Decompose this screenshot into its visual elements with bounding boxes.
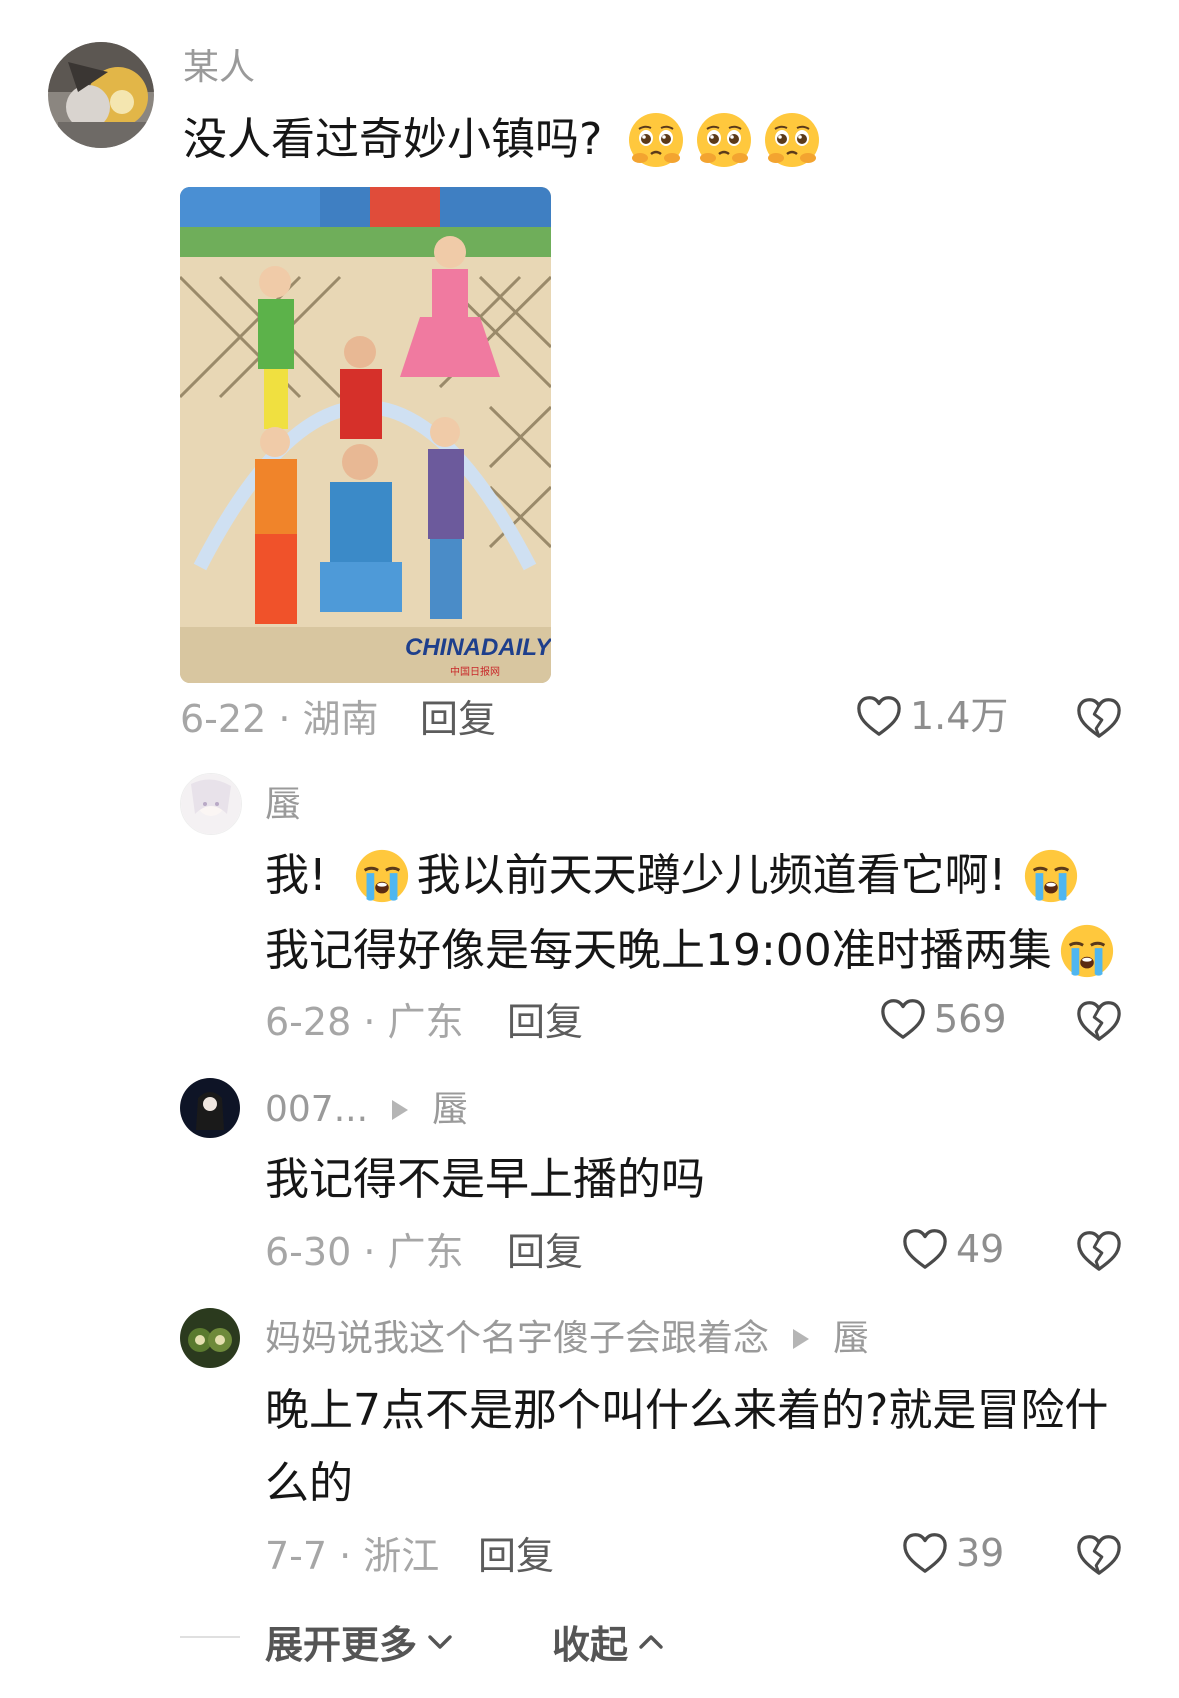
- reply-button[interactable]: 回复: [507, 1003, 583, 1041]
- like-button[interactable]: 569: [880, 997, 1007, 1041]
- comment-date-location: 6-28 · 广东: [265, 1000, 464, 1044]
- user-avatar[interactable]: [48, 42, 154, 148]
- comment-image[interactable]: CHINADAILY 中国日报网: [180, 187, 551, 683]
- username[interactable]: 某人: [183, 50, 255, 86]
- comment-text: 晚上7点不是那个叫什么来着的?就是冒险什: [265, 1385, 1109, 1436]
- dislike-icon[interactable]: [1076, 999, 1122, 1043]
- dislike-icon[interactable]: [1076, 1229, 1122, 1273]
- heart-icon: [880, 997, 926, 1041]
- reply-header: 007... 蜃: [265, 1092, 468, 1128]
- heart-icon: [902, 1531, 948, 1575]
- chevron-up-icon: [639, 1634, 663, 1649]
- like-button[interactable]: 49: [902, 1227, 1004, 1271]
- user-avatar[interactable]: [180, 1308, 240, 1368]
- watermark-text: CHINADAILY: [405, 634, 551, 661]
- collapse-label: 收起: [552, 1623, 629, 1667]
- heart-icon: [856, 694, 902, 738]
- comment-text: 我记得好像是每天晚上19:00准时播两集: [265, 925, 1052, 976]
- comment-text: 么的: [265, 1458, 353, 1509]
- reply-arrow-icon: [392, 1100, 409, 1120]
- comment-text: 我记得不是早上播的吗: [265, 1154, 705, 1205]
- username[interactable]: 007...: [265, 1092, 368, 1128]
- like-count: 1.4万: [910, 694, 1009, 738]
- reply-button[interactable]: 回复: [478, 1537, 554, 1575]
- like-button[interactable]: 1.4万: [856, 694, 1008, 738]
- dislike-icon[interactable]: [1076, 1533, 1122, 1577]
- comment-date-location: 7-7 · 浙江: [265, 1534, 440, 1578]
- expand-more-label: 展开更多: [265, 1623, 418, 1667]
- comment-date-location: 6-22 · 湖南: [180, 697, 379, 741]
- like-button[interactable]: 39: [902, 1531, 1004, 1575]
- user-avatar[interactable]: [180, 773, 242, 835]
- chevron-down-icon: [428, 1634, 452, 1649]
- comment-text-line: 我记得好像是每天晚上19:00准时播两集: [265, 922, 1116, 980]
- username[interactable]: 蜃: [265, 787, 301, 823]
- like-count: 39: [956, 1531, 1005, 1575]
- expand-more-button[interactable]: 展开更多: [265, 1614, 453, 1669]
- reply-to-username[interactable]: 蜃: [432, 1092, 468, 1128]
- reply-button[interactable]: 回复: [507, 1233, 583, 1271]
- pleading-face-icon: [694, 110, 754, 170]
- reply-header: 妈妈说我这个名字傻子会跟着念 蜃: [265, 1321, 869, 1357]
- user-avatar[interactable]: [180, 1078, 240, 1138]
- crying-face-icon: [1058, 922, 1116, 980]
- pleading-face-icon: [762, 110, 822, 170]
- divider: [180, 1636, 240, 1638]
- comment-text: 我!: [265, 850, 327, 901]
- watermark-sub: 中国日报网: [450, 665, 500, 678]
- comment-text: 我以前天天蹲少儿频道看它啊!: [416, 850, 1007, 901]
- collapse-button[interactable]: 收起: [552, 1614, 664, 1669]
- like-count: 49: [956, 1227, 1005, 1271]
- reply-arrow-icon: [793, 1329, 810, 1349]
- dislike-icon[interactable]: [1076, 696, 1122, 740]
- crying-face-icon: [1022, 847, 1080, 905]
- comment-text-line: 我! 我以前天天蹲少儿频道看它啊!: [265, 847, 1080, 905]
- comment-text: 没人看过奇妙小镇吗?: [183, 114, 603, 165]
- comment-date-location: 6-30 · 广东: [265, 1230, 464, 1274]
- pleading-face-icon: [626, 110, 686, 170]
- reply-button[interactable]: 回复: [420, 700, 496, 738]
- like-count: 569: [934, 997, 1007, 1041]
- reply-to-username[interactable]: 蜃: [833, 1321, 869, 1357]
- heart-icon: [902, 1227, 948, 1271]
- username[interactable]: 妈妈说我这个名字傻子会跟着念: [265, 1321, 769, 1357]
- comment-text-row: 没人看过奇妙小镇吗?: [183, 110, 822, 170]
- crying-face-icon: [353, 847, 411, 905]
